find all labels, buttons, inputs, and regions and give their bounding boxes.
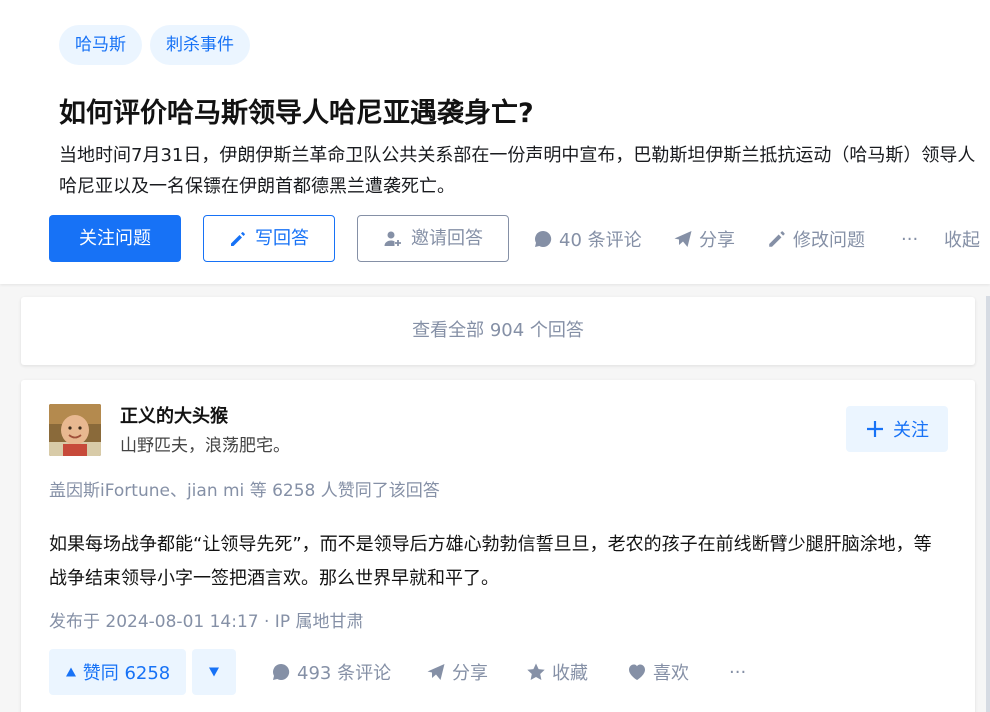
collapse-button[interactable]: 收起	[944, 225, 980, 253]
collect-button[interactable]: 收藏	[526, 658, 588, 686]
question-comments-label: 40 条评论	[559, 230, 642, 251]
collect-label: 收藏	[552, 663, 588, 684]
invite-answer-button[interactable]: 邀请回答	[357, 215, 509, 262]
edit-question-button[interactable]: 修改问题	[767, 225, 865, 253]
edit-question-label: 修改问题	[793, 230, 865, 251]
answer-comments-label: 493 条评论	[297, 663, 392, 684]
answer-more-button[interactable]: ···	[729, 658, 746, 686]
add-user-icon	[383, 229, 403, 249]
share-icon	[426, 662, 446, 682]
answer-card: 正义的大头猴 山野匹夫，浪荡肥宅。 关注 盖因斯iFortune、jian mi…	[21, 380, 975, 712]
comment-icon	[271, 662, 291, 682]
answer-share-label: 分享	[452, 663, 488, 684]
plus-icon	[865, 419, 885, 439]
answer-content: 如果每场战争都能“让领导先死”，而不是领导后方雄心勃勃信誓旦旦，老农的孩子在前线…	[49, 534, 932, 589]
question-title: 如何评价哈马斯领导人哈尼亚遇袭身亡?	[59, 98, 534, 129]
write-answer-label: 写回答	[255, 228, 309, 249]
answer-comments-button[interactable]: 493 条评论	[271, 658, 391, 686]
follow-author-button[interactable]: 关注	[846, 406, 948, 452]
topic-list: 哈马斯 刺杀事件	[59, 25, 250, 65]
voters-summary[interactable]: 盖因斯iFortune、jian mi 等 6258 人赞同了该回答	[49, 476, 440, 501]
question-comments-button[interactable]: 40 条评论	[533, 225, 642, 253]
topic-tag-hamas[interactable]: 哈马斯	[59, 25, 142, 65]
question-detail: 当地时间7月31日，伊朗伊斯兰革命卫队公共关系部在一份声明中宣布，巴勒斯坦伊斯兰…	[59, 145, 976, 197]
question-header: 哈马斯 刺杀事件 如何评价哈马斯领导人哈尼亚遇袭身亡? 当地时间7月31日，伊朗…	[0, 0, 990, 284]
topic-tag-assassination[interactable]: 刺杀事件	[150, 25, 250, 65]
scrollbar[interactable]	[986, 296, 990, 712]
question-share-label: 分享	[699, 230, 735, 251]
upvote-button[interactable]: 赞同 6258	[49, 649, 186, 695]
triangle-up-icon	[65, 666, 77, 678]
comment-icon	[533, 229, 553, 249]
downvote-button[interactable]	[192, 649, 236, 695]
follow-question-button[interactable]: 关注问题	[49, 215, 181, 262]
answer-meta: 发布于 2024-08-01 14:17 · IP 属地甘肃	[49, 612, 364, 632]
avatar[interactable]	[49, 404, 101, 456]
heart-icon	[627, 662, 647, 682]
view-all-answers-button[interactable]: 查看全部 904 个回答	[21, 297, 975, 365]
question-more-button[interactable]: ···	[901, 225, 918, 253]
upvote-label: 赞同 6258	[82, 663, 171, 684]
answer-share-button[interactable]: 分享	[426, 658, 488, 686]
invite-answer-label: 邀请回答	[411, 228, 483, 249]
follow-author-label: 关注	[893, 420, 929, 441]
author-name[interactable]: 正义的大头猴	[120, 402, 228, 428]
question-share-button[interactable]: 分享	[673, 225, 735, 253]
pencil-icon	[767, 229, 787, 249]
write-answer-button[interactable]: 写回答	[203, 215, 335, 262]
author-bio: 山野匹夫，浪荡肥宅。	[120, 436, 290, 456]
like-button[interactable]: 喜欢	[627, 658, 689, 686]
triangle-down-icon	[208, 666, 220, 678]
star-icon	[526, 662, 546, 682]
like-label: 喜欢	[653, 663, 689, 684]
pencil-icon	[229, 230, 247, 248]
share-icon	[673, 229, 693, 249]
